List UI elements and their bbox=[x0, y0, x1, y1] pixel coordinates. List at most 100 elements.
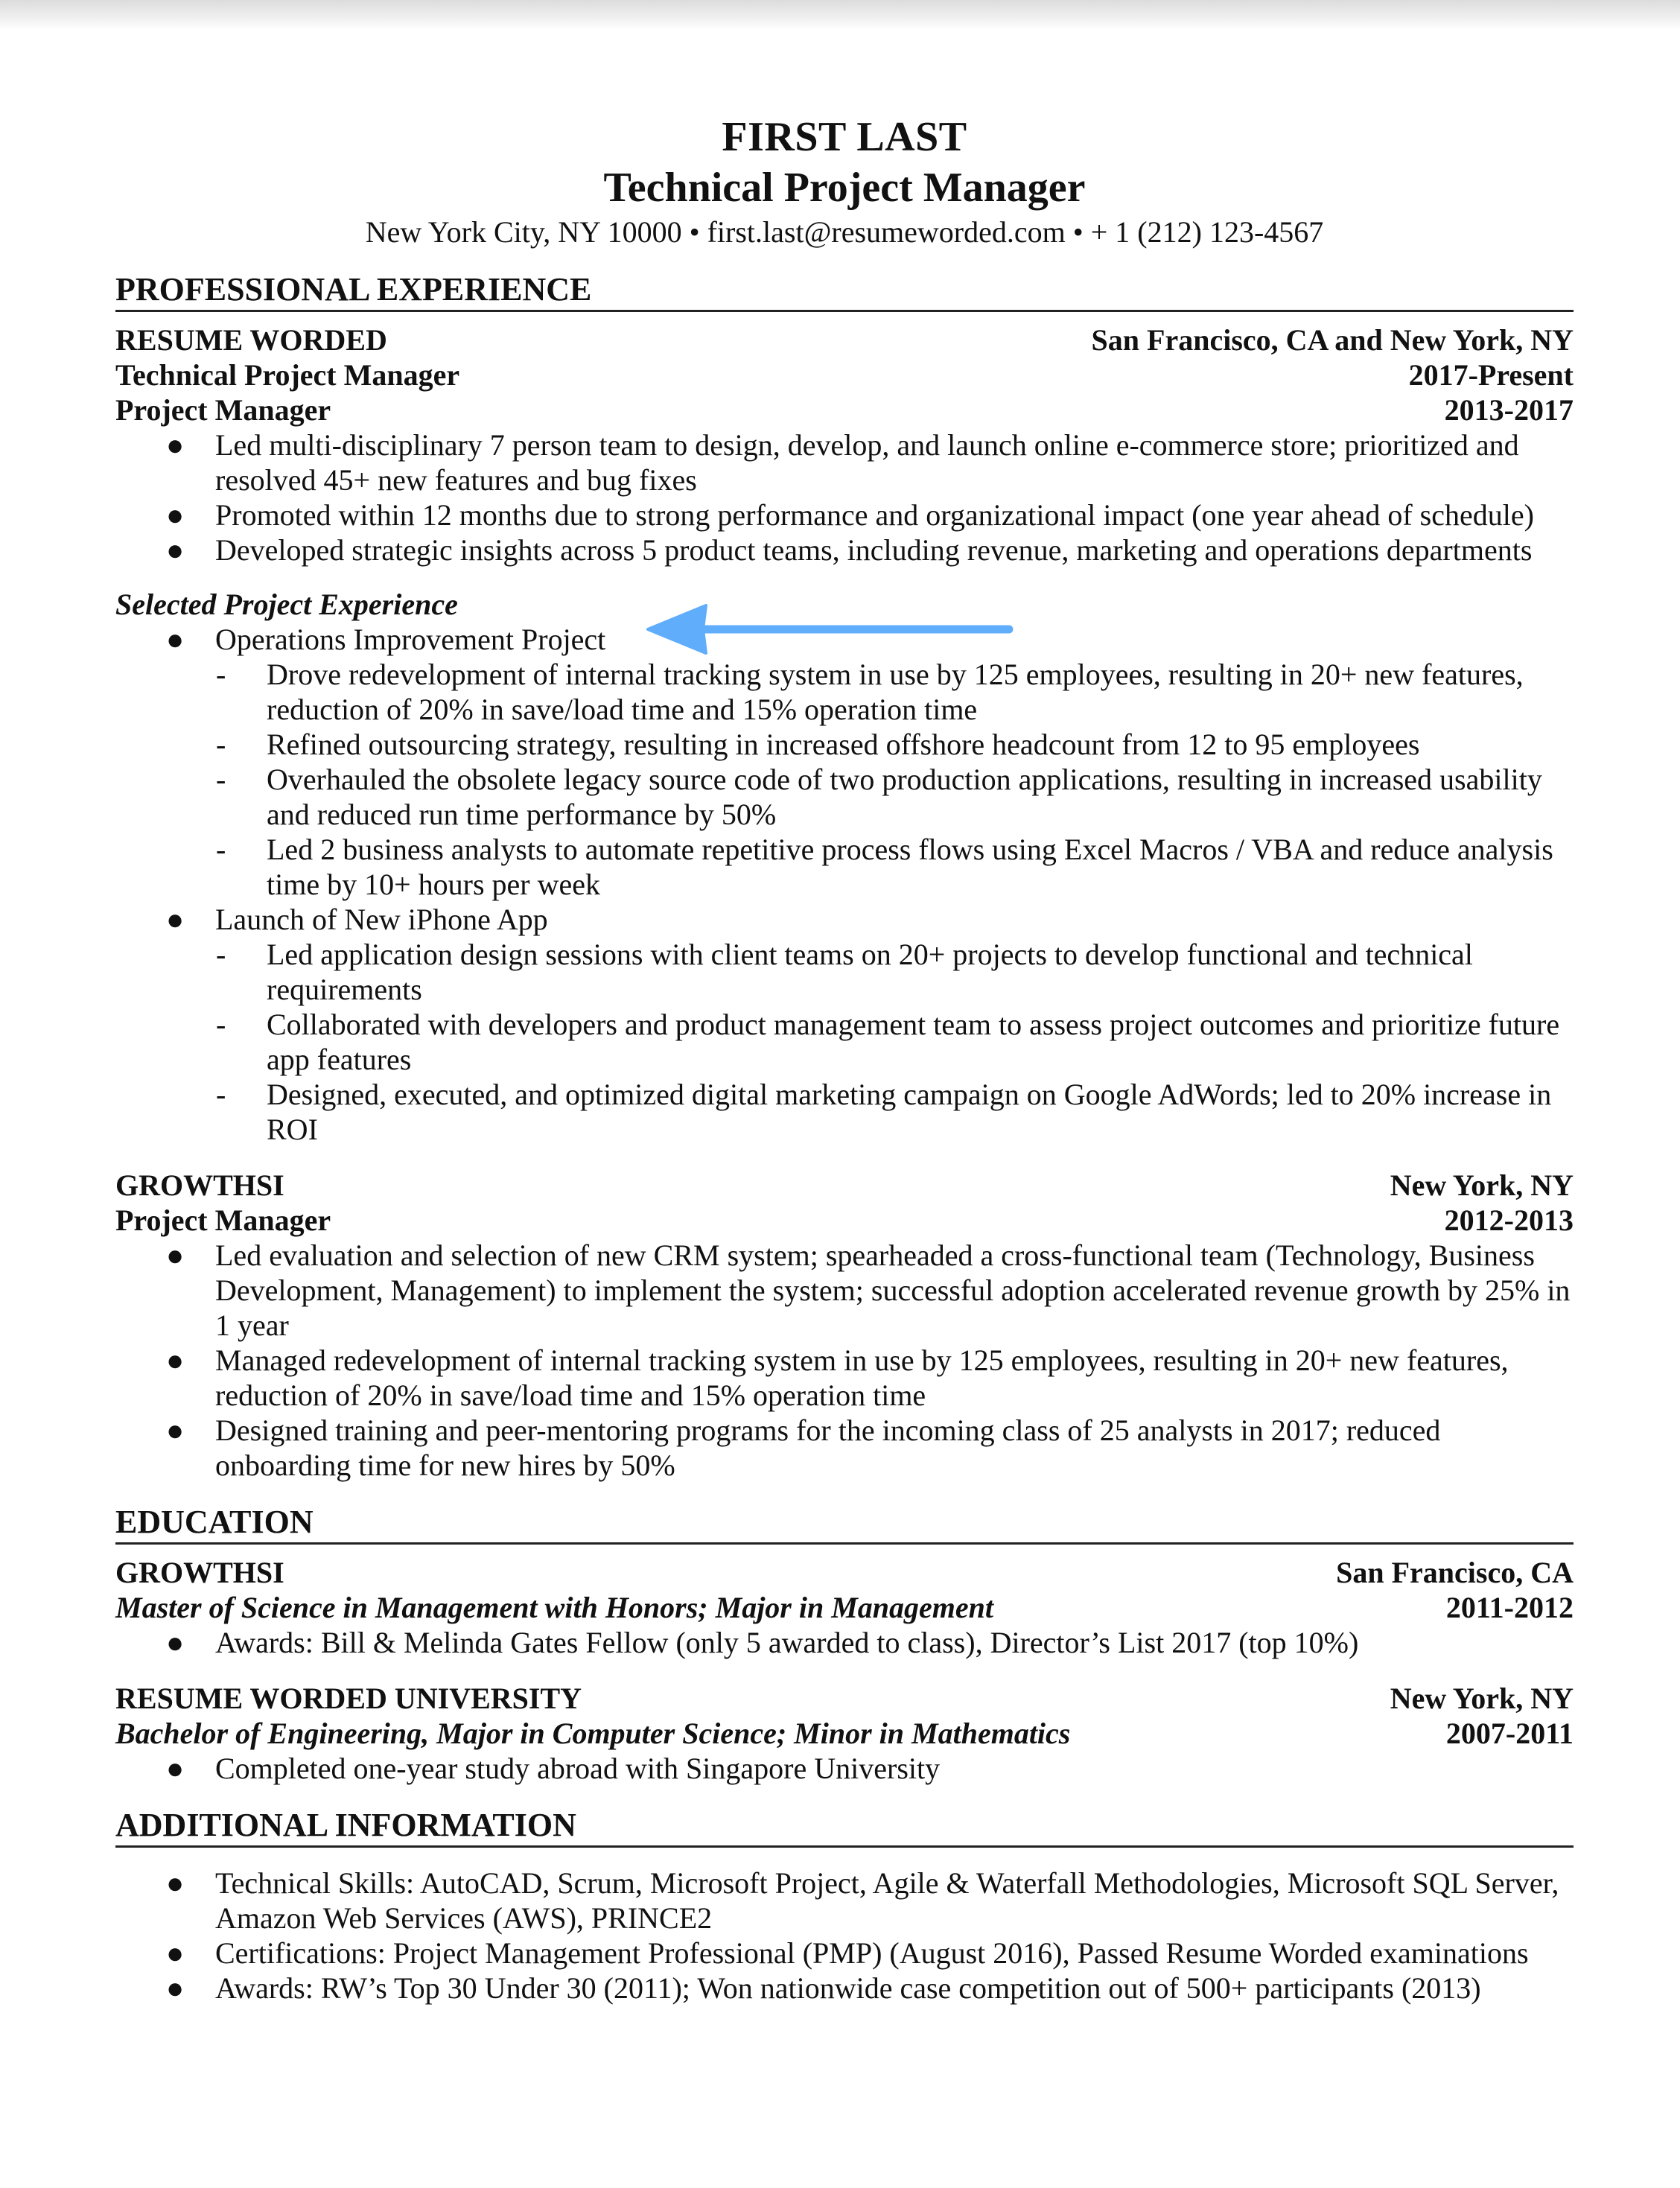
bullet-icon: ● bbox=[166, 498, 185, 532]
section-professional-experience: PROFESSIONAL EXPERIENCE RESUME WORDED Sa… bbox=[115, 271, 1574, 1483]
project-name: Launch of New iPhone App bbox=[215, 903, 548, 936]
list-item: - Drove redevelopment of internal trackin… bbox=[115, 657, 1574, 727]
education-dates: 2011-2012 bbox=[1445, 1591, 1574, 1624]
bullet-icon: ● bbox=[166, 1343, 185, 1377]
detail-text: Refined outsourcing strategy, resulting … bbox=[267, 728, 1420, 761]
list-item: - Led 2 business analysts to automate rep… bbox=[115, 832, 1574, 902]
dash-icon: - bbox=[216, 658, 226, 691]
school-location: New York, NY bbox=[1390, 1682, 1574, 1715]
bullet-icon: ● bbox=[166, 1752, 185, 1785]
detail-text: Led 2 business analysts to automate repe… bbox=[267, 833, 1553, 901]
project-item: ● Launch of New iPhone App - Led applicat… bbox=[115, 902, 1574, 1147]
school-name: RESUME WORDED UNIVERSITY bbox=[115, 1682, 582, 1715]
bullet-text: Completed one-year study abroad with Sin… bbox=[215, 1752, 941, 1785]
resume-page: FIRST LAST Technical Project Manager New… bbox=[115, 112, 1574, 2006]
dash-icon: - bbox=[216, 1008, 226, 1041]
bullet-icon: ● bbox=[166, 1413, 185, 1447]
contact-line: New York City, NY 10000 • first.last@res… bbox=[365, 215, 1324, 249]
list-item: ● Technical Skills: AutoCAD, Scrum, Micro… bbox=[115, 1866, 1574, 1936]
dash-icon: - bbox=[216, 1078, 226, 1111]
list-item: ● Led evaluation and selection of new CRM… bbox=[115, 1238, 1574, 1343]
bullet-text: Led multi-disciplinary 7 person team to … bbox=[215, 428, 1519, 497]
job-entry: RESUME WORDED San Francisco, CA and New … bbox=[115, 322, 1574, 1147]
detail-text: Led application design sessions with cli… bbox=[267, 938, 1473, 1006]
bullet-icon: ● bbox=[166, 1936, 185, 1970]
left-arrow-icon bbox=[646, 604, 1014, 655]
list-item: ● Promoted within 12 months due to strong… bbox=[115, 497, 1574, 532]
role-dates: 2013-2017 bbox=[1444, 393, 1574, 427]
bullet-icon: ● bbox=[166, 1238, 185, 1272]
section-title: EDUCATION bbox=[115, 1504, 1574, 1545]
project-details: - Led application design sessions with cl… bbox=[115, 937, 1574, 1147]
candidate-name: FIRST LAST bbox=[722, 114, 967, 160]
detail-text: Drove redevelopment of internal tracking… bbox=[267, 658, 1524, 726]
role-dates: 2017-Present bbox=[1408, 358, 1574, 392]
project-details: - Drove redevelopment of internal trackin… bbox=[115, 657, 1574, 902]
degree: Bachelor of Engineering, Major in Comput… bbox=[115, 1717, 1071, 1750]
detail-text: Designed, executed, and optimized digita… bbox=[267, 1078, 1552, 1146]
job-bullets: ● Led evaluation and selection of new CRM… bbox=[115, 1238, 1574, 1483]
education-bullets: ● Awards: Bill & Melinda Gates Fellow (on… bbox=[115, 1625, 1574, 1660]
list-item: - Refined outsourcing strategy, resulting… bbox=[115, 727, 1574, 762]
dash-icon: - bbox=[216, 728, 226, 761]
resume-header: FIRST LAST Technical Project Manager New… bbox=[115, 112, 1574, 250]
list-item: ● Completed one-year study abroad with Si… bbox=[115, 1751, 1574, 1786]
bullet-text: Led evaluation and selection of new CRM … bbox=[215, 1238, 1571, 1342]
education-bullets: ● Completed one-year study abroad with Si… bbox=[115, 1751, 1574, 1786]
bullet-text: Designed training and peer-mentoring pro… bbox=[215, 1413, 1441, 1482]
section-education: EDUCATION GROWTHSI San Francisco, CA Mas… bbox=[115, 1504, 1574, 1786]
list-item: ● Developed strategic insights across 5 p… bbox=[115, 532, 1574, 567]
job-location: San Francisco, CA and New York, NY bbox=[1091, 323, 1574, 357]
company-name: GROWTHSI bbox=[115, 1168, 284, 1202]
role-title: Project Manager bbox=[115, 1203, 331, 1237]
job-bullets: ● Led multi-disciplinary 7 person team to… bbox=[115, 427, 1574, 567]
role-title: Project Manager bbox=[115, 393, 331, 427]
dash-icon: - bbox=[216, 763, 226, 796]
bullet-icon: ● bbox=[166, 428, 185, 462]
list-item: ● Led multi-disciplinary 7 person team to… bbox=[115, 427, 1574, 497]
role-dates: 2012-2013 bbox=[1444, 1203, 1574, 1237]
list-item: ● Awards: RW’s Top 30 Under 30 (2011); Wo… bbox=[115, 1971, 1574, 2006]
list-item: - Overhauled the obsolete legacy source c… bbox=[115, 762, 1574, 832]
bullet-text: Managed redevelopment of internal tracki… bbox=[215, 1343, 1509, 1412]
bullet-icon: ● bbox=[166, 1971, 185, 2005]
bullet-text: Promoted within 12 months due to strong … bbox=[215, 498, 1534, 532]
bullet-icon: ● bbox=[166, 533, 185, 567]
section-title: PROFESSIONAL EXPERIENCE bbox=[115, 271, 1574, 312]
bullet-text: Technical Skills: AutoCAD, Scrum, Micros… bbox=[215, 1866, 1559, 1935]
bullet-icon: ● bbox=[166, 903, 185, 936]
list-item: - Designed, executed, and optimized digit… bbox=[115, 1077, 1574, 1147]
list-item: ● Designed training and peer-mentoring pr… bbox=[115, 1413, 1574, 1483]
list-item: - Led application design sessions with cl… bbox=[115, 937, 1574, 1007]
bullet-text: Awards: Bill & Melinda Gates Fellow (onl… bbox=[215, 1626, 1359, 1659]
bullet-text: Developed strategic insights across 5 pr… bbox=[215, 533, 1533, 567]
job-entry: GROWTHSI New York, NY Project Manager 20… bbox=[115, 1168, 1574, 1483]
dash-icon: - bbox=[216, 833, 226, 866]
bullet-icon: ● bbox=[166, 623, 185, 656]
candidate-headline: Technical Project Manager bbox=[603, 165, 1086, 211]
list-item: ● Awards: Bill & Melinda Gates Fellow (on… bbox=[115, 1625, 1574, 1660]
role-title: Technical Project Manager bbox=[115, 358, 460, 392]
education-entry: GROWTHSI San Francisco, CA Master of Sci… bbox=[115, 1555, 1574, 1660]
job-location: New York, NY bbox=[1390, 1168, 1574, 1202]
degree: Master of Science in Management with Hon… bbox=[115, 1591, 994, 1624]
dash-icon: - bbox=[216, 938, 226, 971]
detail-text: Overhauled the obsolete legacy source co… bbox=[267, 763, 1542, 831]
bullet-icon: ● bbox=[166, 1866, 185, 1900]
detail-text: Collaborated with developers and product… bbox=[267, 1008, 1560, 1076]
project-list: ● Operations Improvement Project - Drove … bbox=[115, 622, 1574, 1147]
list-item: ● Managed redevelopment of internal track… bbox=[115, 1343, 1574, 1413]
education-entry: RESUME WORDED UNIVERSITY New York, NY Ba… bbox=[115, 1681, 1574, 1786]
bullet-icon: ● bbox=[166, 1626, 185, 1659]
top-shadow bbox=[0, 0, 1680, 30]
company-name: RESUME WORDED bbox=[115, 323, 387, 357]
bullet-text: Awards: RW’s Top 30 Under 30 (2011); Won… bbox=[215, 1971, 1481, 2005]
bullet-text: Certifications: Project Management Profe… bbox=[215, 1936, 1529, 1970]
education-dates: 2007-2011 bbox=[1445, 1717, 1574, 1750]
school-name: GROWTHSI bbox=[115, 1556, 284, 1589]
list-item: ● Certifications: Project Management Prof… bbox=[115, 1936, 1574, 1971]
project-item: ● Operations Improvement Project - Drove … bbox=[115, 622, 1574, 902]
section-title: ADDITIONAL INFORMATION bbox=[115, 1807, 1574, 1848]
additional-bullets: ● Technical Skills: AutoCAD, Scrum, Micro… bbox=[115, 1866, 1574, 2006]
project-name: Operations Improvement Project bbox=[215, 623, 606, 656]
